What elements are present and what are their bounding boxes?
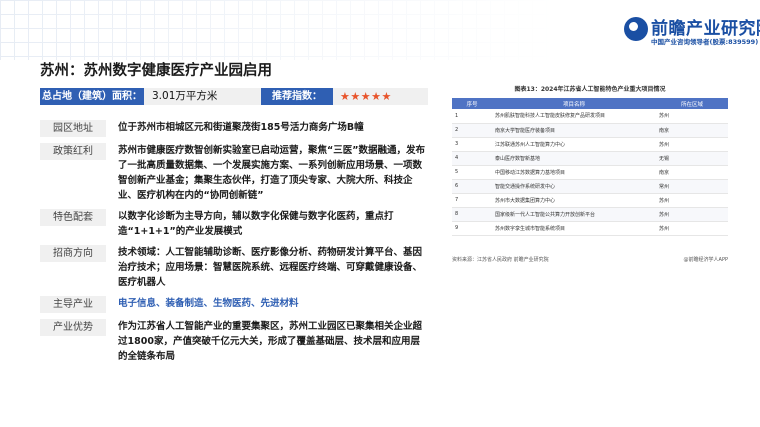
cell-index: 2 [452,123,492,138]
header-index: 序号 [452,98,492,109]
table-row: 6 智能交通操作系统研发中心 常州 [452,179,728,194]
cell-region: 南京 [656,123,728,138]
info-rows: 园区地址 位于苏州市相城区元和街道聚茂街185号活力商务广场B幢 政策红利 苏州… [40,120,428,370]
row-text: 电子信息、装备制造、生物医药、先进材料 [118,298,299,309]
cell-project: 南京大学智能医疗装备项目 [492,123,656,138]
page-title: 苏州：苏州数字健康医疗产业园启用 [40,63,272,79]
info-row-advantages: 产业优势 作为江苏省人工智能产业的重要集聚区，苏州工业园区已聚集相关企业超过18… [40,319,428,364]
cell-region: 无锡 [656,151,728,166]
table-header-row: 序号 项目名称 所在区域 [452,98,728,109]
cell-project: 智能交通操作系统研发中心 [492,179,656,194]
row-text: 技术领域：人工智能辅助诊断、医疗影像分析、药物研发计算平台、基因治疗技术；应用场… [118,247,423,288]
table-row: 8 国家级新一代人工智能公共算力开放创新平台 苏州 [452,207,728,222]
table-row: 1 苏州肌肤智能科技人工智能皮肤修复产品研发项目 苏州 [452,109,728,124]
cell-index: 7 [452,193,492,208]
cell-region: 苏州 [656,207,728,222]
table-row: 7 苏州市大数据集团算力中心 苏州 [452,193,728,208]
row-text: 以数字化诊断为主导方向，辅以数字化保健与数字化医药，重点打造“1+1+1”的产业… [118,211,394,237]
figure-credit: @前瞻经济学人APP [683,257,728,263]
rating-stars-icon: ★★★★★ [340,90,392,103]
table-row: 4 泰山医疗数智新基地 无锡 [452,151,728,166]
row-label: 园区地址 [40,120,106,137]
cell-project: 泰山医疗数智新基地 [492,151,656,166]
row-label: 产业优势 [40,319,106,336]
cell-project: 国家级新一代人工智能公共算力开放创新平台 [492,207,656,222]
project-table: 序号 项目名称 所在区域 1 苏州肌肤智能科技人工智能皮肤修复产品研发项目 苏州… [452,98,728,236]
cell-project: 苏州市大数据集团算力中心 [492,193,656,208]
project-figure: 图表13：2024年江苏省人工智能特色产业重大项目情况 序号 项目名称 所在区域… [452,84,728,270]
table-row: 5 中国移动江苏数据算力基地项目 南京 [452,165,728,180]
cell-index: 1 [452,109,492,124]
brand-logo: 前瞻产业研究院 中国产业咨询领导者(股票:839599) [624,14,760,48]
cell-index: 5 [452,165,492,180]
cell-project: 苏州数字孪生城市智能系统项目 [492,221,656,236]
cell-index: 4 [452,151,492,166]
table-row: 2 南京大学智能医疗装备项目 南京 [452,123,728,138]
row-label: 政策红利 [40,143,106,160]
info-row-investment: 招商方向 技术领域：人工智能辅助诊断、医疗影像分析、药物研发计算平台、基因治疗技… [40,245,428,290]
figure-source: 资料来源：江苏省人民政府 前瞻产业研究院 [452,257,549,263]
info-row-policy: 政策红利 苏州市健康医疗数智创新实验室已启动运营，聚焦“三医”数据融通，发布了一… [40,143,428,203]
rating-label: 推荐指数： [261,88,333,105]
cell-project: 苏州肌肤智能科技人工智能皮肤修复产品研发项目 [492,109,656,124]
cell-index: 9 [452,221,492,236]
info-row-industries: 主导产业 电子信息、装备制造、生物医药、先进材料 [40,296,428,313]
figure-title: 图表13：2024年江苏省人工智能特色产业重大项目情况 [514,86,666,93]
row-text: 作为江苏省人工智能产业的重要集聚区，苏州工业园区已聚集相关企业超过1800家，产… [118,321,423,362]
row-text: 苏州市健康医疗数智创新实验室已启动运营，聚焦“三医”数据融通，发布了一批高质量数… [118,145,425,201]
table-row: 3 江苏联通苏州人工智能算力中心 苏州 [452,137,728,152]
row-label: 特色配套 [40,209,106,226]
cell-index: 8 [452,207,492,222]
area-value: 3.01万平方米 [152,90,218,102]
info-row-address: 园区地址 位于苏州市相城区元和街道聚茂街185号活力商务广场B幢 [40,120,428,137]
row-text: 位于苏州市相城区元和街道聚茂街185号活力商务广场B幢 [118,122,364,133]
table-row: 9 苏州数字孪生城市智能系统项目 苏州 [452,221,728,236]
row-label: 招商方向 [40,245,106,262]
cell-index: 3 [452,137,492,152]
row-label: 主导产业 [40,296,106,313]
cell-region: 苏州 [656,193,728,208]
header-project: 项目名称 [492,98,656,109]
cell-region: 南京 [656,165,728,180]
brand-subtitle: 中国产业咨询领导者(股票:839599) [651,38,759,46]
cell-project: 江苏联通苏州人工智能算力中心 [492,137,656,152]
info-row-features: 特色配套 以数字化诊断为主导方向，辅以数字化保健与数字化医药，重点打造“1+1+… [40,209,428,239]
cell-index: 6 [452,179,492,194]
header-region: 所在区域 [656,98,728,109]
cell-region: 常州 [656,179,728,194]
cell-region: 苏州 [656,221,728,236]
brand-mark-icon [624,17,648,41]
header-grid-decoration [0,0,560,60]
cell-project: 中国移动江苏数据算力基地项目 [492,165,656,180]
cell-region: 苏州 [656,109,728,124]
area-label: 总占地（建筑）面积： [40,88,144,105]
stat-bar: 总占地（建筑）面积： 3.01万平方米 推荐指数： ★★★★★ [40,88,428,105]
cell-region: 苏州 [656,137,728,152]
